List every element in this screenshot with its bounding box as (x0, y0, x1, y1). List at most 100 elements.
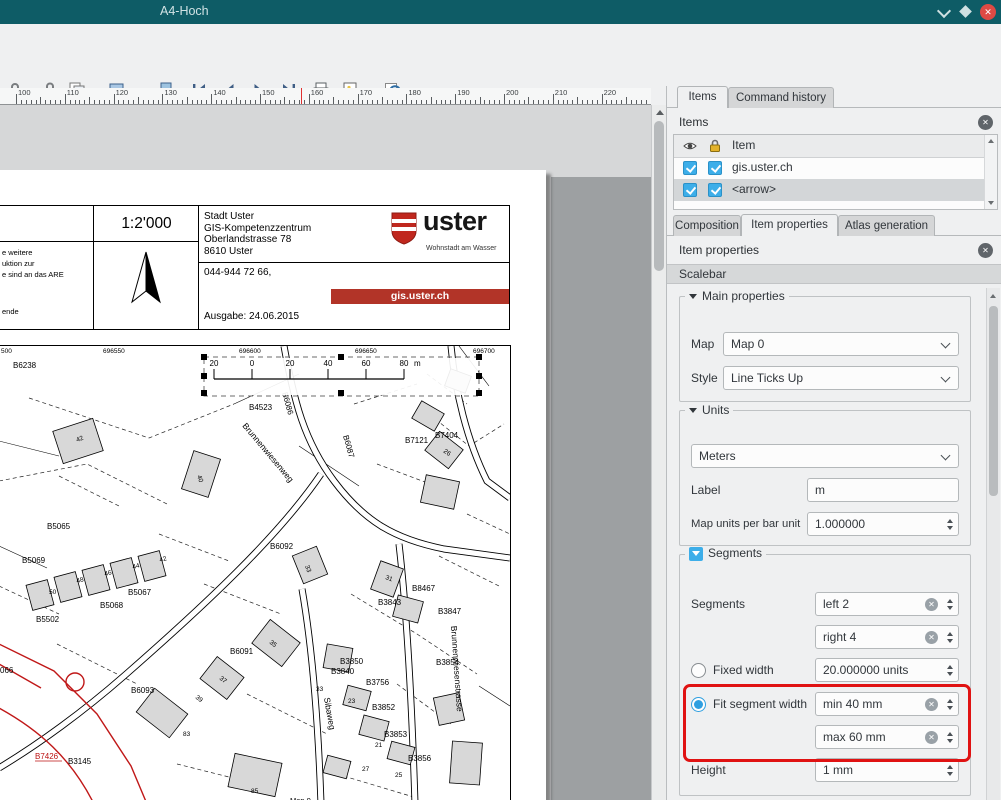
scrollbar-thumb[interactable] (989, 306, 998, 496)
units-title[interactable]: Units (685, 403, 733, 418)
tab-atlas-generation[interactable]: Atlas generation (838, 215, 935, 236)
ruler-tick (572, 100, 573, 104)
style-label: Style (691, 366, 718, 390)
tab-command-history[interactable]: Command history (728, 87, 834, 108)
close-window-button[interactable]: ✕ (980, 4, 996, 20)
clear-value-icon[interactable] (925, 598, 938, 611)
map-combo[interactable]: Map 0 (723, 332, 959, 356)
lock-checkbox[interactable] (708, 183, 722, 197)
tab-items[interactable]: Items (677, 86, 728, 108)
items-table-scrollbar[interactable] (984, 135, 997, 209)
margin-note: e sind an das ARE (2, 270, 64, 279)
ruler-tick (265, 100, 266, 104)
ruler-tick (114, 94, 115, 104)
ruler-tick (621, 100, 622, 104)
tab-item-properties-label: Item properties (751, 219, 828, 231)
ruler-tick (484, 100, 485, 104)
ruler-tick (587, 100, 588, 104)
map-item[interactable]: 500696550696600696650696700 B6238B4523B6… (0, 345, 511, 800)
ruler-tick (548, 100, 549, 104)
spin-arrows[interactable] (941, 513, 958, 535)
ruler-tick (182, 100, 183, 104)
scrollbar-thumb[interactable] (654, 121, 664, 271)
ruler-tick (353, 100, 354, 104)
map-label: B3856 (408, 754, 432, 763)
shade-window-icon[interactable] (937, 4, 951, 18)
map-label: 50 (49, 589, 57, 596)
ruler-tick (294, 100, 295, 104)
ruler-tick (480, 97, 481, 104)
ruler-tick (602, 94, 603, 104)
maximize-icon[interactable] (959, 5, 972, 18)
ruler-tick (26, 100, 27, 104)
ruler-tick (592, 100, 593, 104)
fixed-width-radio[interactable] (691, 663, 706, 678)
scroll-down-icon[interactable] (988, 201, 994, 205)
items-table[interactable]: Item gis.uster.ch<arrow> (673, 134, 998, 210)
visibility-checkbox[interactable] (683, 161, 697, 175)
scroll-up-icon[interactable] (988, 139, 994, 143)
items-table-row[interactable]: gis.uster.ch (674, 157, 984, 179)
properties-dock-title: Item properties (679, 243, 759, 257)
ruler-tick (280, 100, 281, 104)
close-items-dock-button[interactable]: ✕ (978, 115, 993, 130)
ruler-tick (489, 100, 490, 104)
scalebar-number: 20 (286, 359, 295, 368)
ruler-tick (411, 100, 412, 104)
collapse-triangle-icon[interactable] (689, 294, 697, 299)
spin-arrows[interactable] (941, 659, 958, 681)
properties-scrollbar[interactable] (986, 288, 1000, 800)
lock-checkbox[interactable] (708, 161, 722, 175)
ruler-tick (304, 100, 305, 104)
tab-item-properties[interactable]: Item properties (741, 214, 838, 236)
ruler-tick (275, 100, 276, 104)
scroll-up-icon[interactable] (656, 110, 664, 115)
map-label: 39 (194, 694, 204, 704)
close-properties-dock-button[interactable]: ✕ (978, 243, 993, 258)
ruler-tick (641, 100, 642, 104)
main-properties-title[interactable]: Main properties (685, 289, 789, 304)
ruler-tick (172, 100, 173, 104)
canvas-vertical-scrollbar[interactable] (651, 105, 666, 800)
ruler-tick (343, 100, 344, 104)
collapse-triangle-icon[interactable] (689, 408, 697, 413)
composer-page[interactable]: e weitere uktion zur e sind an das ARE e… (0, 170, 546, 800)
unit-label-input[interactable]: m (807, 478, 959, 502)
units-combo[interactable]: Meters (691, 444, 959, 468)
ruler-tick (494, 100, 495, 104)
ruler-tick (509, 100, 510, 104)
clear-value-icon[interactable] (925, 631, 938, 644)
scroll-up-icon[interactable] (990, 294, 996, 298)
visibility-checkbox[interactable] (683, 183, 697, 197)
map-label: 33 (316, 686, 324, 693)
ruler-tick (314, 100, 315, 104)
segments-left-spin[interactable]: left 2 (815, 592, 959, 616)
ruler-tick (206, 100, 207, 104)
scalebar-number: 60 (362, 359, 371, 368)
table-border (198, 206, 199, 329)
ruler-tick (524, 100, 525, 104)
tab-composition[interactable]: Composition (673, 215, 741, 236)
ruler-number: 110 (67, 88, 79, 97)
map-title-block[interactable]: e weitere uktion zur e sind an das ARE e… (0, 205, 510, 330)
fixed-width-spin[interactable]: 20.000000 units (815, 658, 959, 682)
spin-arrows[interactable] (941, 626, 958, 648)
ruler-tick (465, 100, 466, 104)
item-type-label: Scalebar (679, 267, 726, 281)
ruler-tick (558, 100, 559, 104)
segments-title[interactable]: Segments (685, 546, 766, 561)
scalebar-item[interactable]: 20020406080m (201, 354, 482, 396)
spin-arrows[interactable] (941, 759, 958, 781)
composer-canvas[interactable]: e weitere uktion zur e sind an das ARE e… (0, 105, 651, 800)
spin-arrows[interactable] (941, 593, 958, 615)
map-units-per-bar-unit-spin[interactable]: 1.000000 (807, 512, 959, 536)
items-table-row[interactable]: <arrow> (674, 179, 984, 201)
segments-right-spin[interactable]: right 4 (815, 625, 959, 649)
horizontal-ruler: 1001101201301401501601701801902002102202… (0, 88, 651, 105)
ruler-tick (631, 100, 632, 104)
style-combo[interactable]: Line Ticks Up (723, 366, 959, 390)
ruler-tick (260, 94, 261, 104)
collapse-triangle-icon[interactable] (689, 547, 703, 561)
ruler-tick (133, 100, 134, 104)
tab-command-history-label: Command history (736, 92, 826, 104)
